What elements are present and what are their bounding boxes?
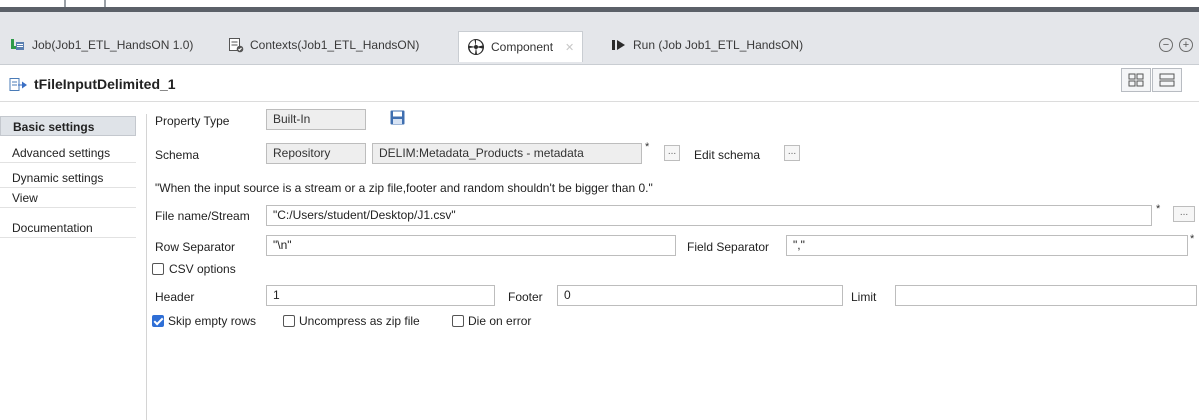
sidebar-item-dynamic-settings[interactable]: Dynamic settings xyxy=(0,168,136,188)
file-name-input[interactable]: "C:/Users/student/Desktop/J1.csv" xyxy=(266,205,1152,226)
settings-sidebar: Basic settings Advanced settings Dynamic… xyxy=(0,114,147,420)
sidebar-item-documentation[interactable]: Documentation xyxy=(0,218,136,238)
die-on-error-checkbox[interactable] xyxy=(452,315,464,327)
tab-job[interactable]: Job(Job1_ETL_HandsON 1.0) xyxy=(10,34,193,56)
tab-contexts-label: Contexts(Job1_ETL_HandsON) xyxy=(250,38,420,52)
component-title: tFileInputDelimited_1 xyxy=(34,76,176,92)
row-separator-input[interactable]: "\n" xyxy=(266,235,676,256)
skip-empty-rows-checkbox[interactable] xyxy=(152,315,164,327)
top-divider xyxy=(64,0,66,7)
top-strip xyxy=(0,0,1199,12)
header-label: Header xyxy=(155,290,195,304)
schema-repository-select[interactable]: DELIM:Metadata_Products - metadata xyxy=(372,143,642,164)
die-on-error-label: Die on error xyxy=(468,314,532,328)
property-type-label: Property Type xyxy=(155,114,230,128)
edit-schema-button[interactable]: ... xyxy=(784,145,800,161)
required-star: * xyxy=(645,141,650,153)
file-input-icon xyxy=(9,78,27,91)
required-star: * xyxy=(1190,233,1195,245)
tab-component[interactable]: Component ✕ xyxy=(458,31,584,62)
header-input[interactable]: 1 xyxy=(266,285,495,306)
maximize-icon[interactable]: + xyxy=(1179,38,1193,52)
uncompress-label: Uncompress as zip file xyxy=(299,314,420,328)
edit-schema-label: Edit schema xyxy=(694,148,761,162)
sidebar-item-view[interactable]: View xyxy=(0,188,136,208)
component-header: tFileInputDelimited_1 xyxy=(0,65,1199,102)
schema-browse-button[interactable]: ... xyxy=(664,145,680,161)
limit-input[interactable] xyxy=(895,285,1197,306)
grid-layout-icon xyxy=(1128,73,1144,87)
contexts-icon xyxy=(229,38,244,53)
layout-rows-button[interactable] xyxy=(1152,68,1182,92)
footer-label: Footer xyxy=(508,290,543,304)
property-type-select[interactable]: Built-In xyxy=(266,109,366,130)
tab-bar: Job(Job1_ETL_HandsON 1.0) Contexts(Job1_… xyxy=(0,12,1199,65)
layout-grid-button[interactable] xyxy=(1121,68,1151,92)
save-icon[interactable] xyxy=(390,110,405,125)
footer-input[interactable]: 0 xyxy=(557,285,843,306)
required-star: * xyxy=(1156,203,1161,215)
job-icon xyxy=(11,39,24,50)
tab-component-label: Component xyxy=(491,40,554,54)
sidebar-item-advanced-settings[interactable]: Advanced settings xyxy=(0,143,136,163)
component-icon xyxy=(468,39,484,55)
tab-run-label: Run (Job Job1_ETL_HandsON) xyxy=(633,38,804,52)
limit-label: Limit xyxy=(851,290,877,304)
file-browse-button[interactable]: ... xyxy=(1173,206,1195,222)
minimize-icon[interactable]: − xyxy=(1159,38,1173,52)
tab-contexts[interactable]: Contexts(Job1_ETL_HandsON) xyxy=(228,34,419,56)
csv-options-checkbox[interactable] xyxy=(152,263,164,275)
close-icon[interactable]: ✕ xyxy=(565,41,574,54)
sidebar-item-basic-settings[interactable]: Basic settings xyxy=(0,116,136,136)
top-divider xyxy=(104,0,106,7)
stream-notice: "When the input source is a stream or a … xyxy=(155,181,653,195)
file-name-label: File name/Stream xyxy=(155,209,250,223)
run-icon xyxy=(612,40,625,50)
field-separator-input[interactable]: "," xyxy=(786,235,1188,256)
schema-type-select[interactable]: Repository xyxy=(266,143,366,164)
skip-empty-rows-label: Skip empty rows xyxy=(168,314,257,328)
row-separator-label: Row Separator xyxy=(155,240,236,254)
tab-job-label: Job(Job1_ETL_HandsON 1.0) xyxy=(32,38,194,52)
schema-label: Schema xyxy=(155,148,200,162)
csv-options-label: CSV options xyxy=(169,262,236,276)
field-separator-label: Field Separator xyxy=(687,240,770,254)
tab-run[interactable]: Run (Job Job1_ETL_HandsON) xyxy=(611,34,803,56)
uncompress-checkbox[interactable] xyxy=(283,315,295,327)
rows-layout-icon xyxy=(1159,73,1175,87)
